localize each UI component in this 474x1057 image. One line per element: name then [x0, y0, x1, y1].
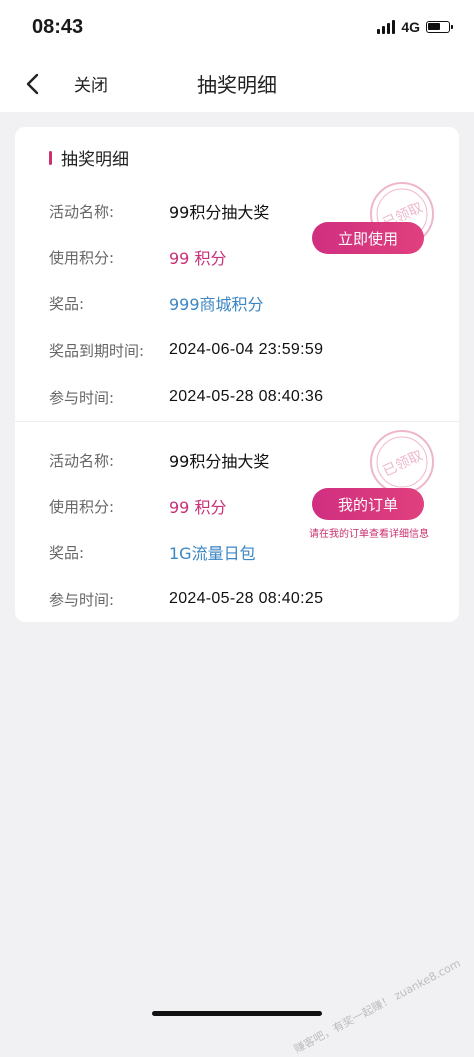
points-label: 使用积分:	[49, 497, 115, 516]
points-label: 使用积分:	[49, 248, 115, 267]
home-indicator[interactable]	[152, 1011, 322, 1016]
signal-icon	[377, 20, 396, 34]
prize-value: 999商城积分	[169, 295, 264, 314]
status-icons: 4G	[377, 19, 453, 35]
section-accent-bar	[49, 150, 52, 165]
activity-label: 活动名称:	[49, 451, 115, 470]
expiry-label: 奖品到期时间:	[49, 341, 145, 360]
status-time: 08:43	[32, 16, 84, 38]
my-orders-button[interactable]: 我的订单	[312, 488, 424, 520]
prize-label: 奖品:	[49, 294, 85, 313]
nav-bar: 关闭 抽奖明细	[0, 58, 474, 112]
record-divider	[15, 421, 459, 422]
empty-area	[0, 622, 474, 1026]
activity-row: 活动名称: 99积分抽大奖	[49, 445, 459, 475]
join-time-value: 2024-05-28 08:40:36	[169, 388, 324, 405]
battery-icon	[426, 21, 453, 33]
prize-row: 奖品: 999商城积分	[49, 288, 459, 318]
join-time-row: 参与时间: 2024-05-28 08:40:36	[49, 382, 459, 412]
activity-value: 99积分抽大奖	[169, 452, 270, 471]
points-value: 99 积分	[169, 249, 227, 268]
points-value: 99 积分	[169, 498, 227, 517]
join-time-label: 参与时间:	[49, 590, 115, 609]
join-time-row: 参与时间: 2024-05-28 08:40:25	[49, 584, 459, 614]
order-hint-text: 请在我的订单查看详细信息	[309, 529, 429, 540]
join-time-value: 2024-05-28 08:40:25	[169, 590, 324, 607]
activity-value: 99积分抽大奖	[169, 203, 270, 222]
join-time-label: 参与时间:	[49, 388, 115, 407]
section-header: 抽奖明细	[49, 145, 129, 170]
activity-label: 活动名称:	[49, 202, 115, 221]
prize-row: 奖品: 1G流量日包	[49, 537, 459, 567]
section-title: 抽奖明细	[61, 150, 129, 170]
lottery-detail-card: 抽奖明细 已领取 活动名称: 99积分抽大奖 使用积分: 99 积分 奖品: 9…	[15, 127, 459, 622]
prize-value: 1G流量日包	[169, 544, 256, 563]
expiry-value: 2024-06-04 23:59:59	[169, 341, 324, 358]
status-bar: 08:43 4G	[0, 0, 474, 58]
network-type: 4G	[401, 19, 420, 35]
prize-label: 奖品:	[49, 543, 85, 562]
page-title: 抽奖明细	[197, 73, 277, 97]
use-now-button[interactable]: 立即使用	[312, 222, 424, 254]
expiry-row: 奖品到期时间: 2024-06-04 23:59:59	[49, 335, 459, 365]
